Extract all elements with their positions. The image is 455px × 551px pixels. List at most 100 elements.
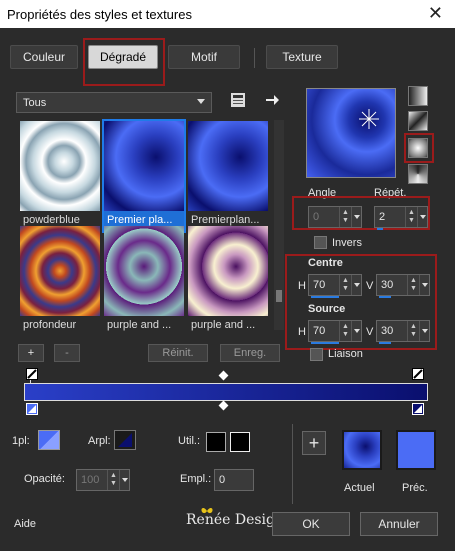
center-star-icon[interactable] <box>359 109 379 129</box>
angle-value[interactable]: 0 <box>309 211 339 223</box>
swatch-divider <box>292 424 293 504</box>
category-value: Tous <box>23 96 47 109</box>
gradient-thumb[interactable]: purple and ... <box>104 226 184 336</box>
gradient-preview-purple-and-2 <box>188 226 268 316</box>
gradient-preview-premierplan <box>188 121 268 211</box>
linear-style-icon[interactable] <box>408 86 428 106</box>
gradient-thumb[interactable]: powderblue <box>20 121 100 231</box>
color-stop-start[interactable] <box>26 403 38 415</box>
scrollbar-thumb[interactable] <box>276 290 282 302</box>
butterfly-icon <box>201 508 213 514</box>
current-swatch[interactable] <box>342 430 382 470</box>
help-button[interactable]: Aide <box>14 518 36 530</box>
cancel-button[interactable]: Annuler <box>360 512 438 536</box>
rectangular-style-icon[interactable] <box>408 111 428 131</box>
spin-arrows-icon[interactable]: ▲ ▼ <box>107 470 119 490</box>
gradient-preview-premier-plan <box>104 121 184 211</box>
library-icon[interactable] <box>230 92 246 108</box>
link-checkbox[interactable] <box>310 348 323 361</box>
gradient-thumb[interactable]: purple and ... <box>188 226 268 336</box>
gradient-preview-profondeur <box>20 226 100 316</box>
gradient-name: purple and ... <box>107 319 172 331</box>
sunburst-style-icon[interactable] <box>408 164 428 184</box>
gradient-thumb-selected[interactable]: Premier pla... <box>102 119 186 233</box>
opacity-stop-end[interactable] <box>412 368 424 380</box>
add-to-swatches-button[interactable]: + <box>302 431 326 455</box>
arrow-right-icon[interactable] <box>264 92 280 108</box>
spin-arrows-icon[interactable]: ▲ ▼ <box>339 321 351 341</box>
centre-h-slider-bar <box>311 296 339 298</box>
source-h-slider-bar <box>311 342 339 344</box>
previous-swatch[interactable] <box>396 430 436 470</box>
background-stop-label: Arpl: <box>88 435 111 447</box>
opacity-midpoint-marker[interactable] <box>218 370 229 381</box>
add-gradient-button[interactable]: + <box>18 344 44 362</box>
source-v-value[interactable]: 30 <box>377 325 407 337</box>
opacity-label: Opacité: <box>24 473 65 485</box>
centre-v-slider-bar <box>379 296 391 298</box>
source-v-spinner[interactable]: 30 ▲ ▼ <box>376 320 430 344</box>
source-v-label: V <box>366 326 374 338</box>
chevron-down-icon[interactable] <box>419 275 429 295</box>
thumb-scrollbar[interactable] <box>274 120 284 330</box>
title-bar: Propriétés des styles et textures ✕ <box>0 0 455 28</box>
category-dropdown[interactable]: Tous <box>16 92 212 113</box>
centre-h-spinner[interactable]: 70 ▲ ▼ <box>308 274 362 298</box>
invert-checkbox[interactable] <box>314 236 327 249</box>
location-label: Empl.: <box>180 473 212 485</box>
angle-spinner[interactable]: 0 ▲ ▼ <box>308 206 362 228</box>
tab-couleur[interactable]: Couleur <box>10 45 78 69</box>
location-field[interactable]: 0 <box>214 469 254 491</box>
gradient-thumb[interactable]: Premierplan... <box>188 121 268 231</box>
gradient-preview-powderblue <box>20 121 100 211</box>
opacity-value[interactable]: 100 <box>77 474 107 486</box>
spin-arrows-icon[interactable]: ▲ ▼ <box>339 207 351 227</box>
centre-v-spinner[interactable]: 30 ▲ ▼ <box>376 274 430 298</box>
gradient-bar[interactable] <box>24 383 428 401</box>
repeat-slider-bar <box>377 228 383 230</box>
centre-v-label: V <box>366 280 374 292</box>
spin-arrows-icon[interactable]: ▲ ▼ <box>407 275 419 295</box>
current-label: Actuel <box>344 482 375 494</box>
tab-texture[interactable]: Texture <box>266 45 338 69</box>
spin-arrows-icon[interactable]: ▲ ▼ <box>405 207 417 227</box>
source-h-spinner[interactable]: 70 ▲ ▼ <box>308 320 362 344</box>
close-icon[interactable]: ✕ <box>428 3 443 24</box>
color-midpoint-marker[interactable] <box>218 400 229 411</box>
centre-h-value[interactable]: 70 <box>309 279 339 291</box>
gradient-name: purple and ... <box>191 319 256 331</box>
link-label: Liaison <box>328 348 363 360</box>
centre-v-value[interactable]: 30 <box>377 279 407 291</box>
location-value[interactable]: 0 <box>215 474 253 486</box>
chevron-down-icon[interactable] <box>119 470 129 490</box>
chevron-down-icon[interactable] <box>419 321 429 341</box>
gradient-preview[interactable] <box>306 88 396 178</box>
source-v-slider-bar <box>379 342 391 344</box>
save-button[interactable]: Enreg. <box>220 344 280 362</box>
gradient-name: profondeur <box>23 319 77 331</box>
user-color-black-swatch-2[interactable] <box>230 432 250 452</box>
spin-arrows-icon[interactable]: ▲ ▼ <box>339 275 351 295</box>
background-stop-swatch[interactable] <box>114 430 136 450</box>
foreground-stop-label: 1pl: <box>12 435 30 447</box>
repeat-spinner[interactable]: 2 ▲ ▼ <box>374 206 428 230</box>
chevron-down-icon[interactable] <box>351 207 361 227</box>
centre-h-label: H <box>298 280 306 292</box>
user-color-black-swatch[interactable] <box>206 432 226 452</box>
color-stop-end[interactable] <box>412 403 424 415</box>
opacity-stop-start[interactable] <box>26 368 38 380</box>
remove-gradient-button[interactable]: - <box>54 344 80 362</box>
ok-button[interactable]: OK <box>272 512 350 536</box>
tab-motif[interactable]: Motif <box>168 45 240 69</box>
chevron-down-icon[interactable] <box>417 207 427 227</box>
opacity-spinner[interactable]: 100 ▲ ▼ <box>76 469 130 491</box>
invert-label: Invers <box>332 237 362 249</box>
chevron-down-icon[interactable] <box>351 275 361 295</box>
repeat-value[interactable]: 2 <box>375 211 405 223</box>
spin-arrows-icon[interactable]: ▲ ▼ <box>407 321 419 341</box>
source-h-value[interactable]: 70 <box>309 325 339 337</box>
gradient-thumb[interactable]: profondeur <box>20 226 100 336</box>
foreground-stop-swatch[interactable] <box>38 430 60 450</box>
chevron-down-icon[interactable] <box>351 321 361 341</box>
reset-button[interactable]: Réinit. <box>148 344 208 362</box>
